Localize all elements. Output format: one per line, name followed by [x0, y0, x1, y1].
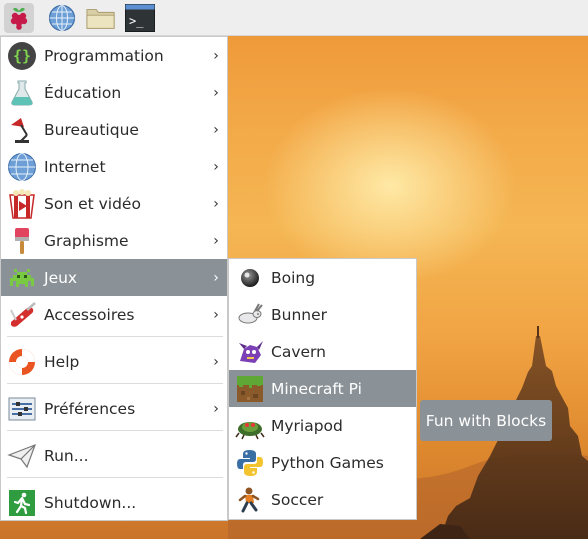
games-submenu: Boing Bunner Cavern Minecraft Pi Myriapo…: [228, 258, 417, 520]
menu-item-help[interactable]: Help ›: [1, 343, 227, 380]
tooltip: Fun with Blocks: [420, 400, 552, 441]
submenu-item-label: Bunner: [271, 305, 328, 324]
svg-text:{}: {}: [13, 47, 31, 65]
submenu-item-label: Minecraft Pi: [271, 379, 362, 398]
submenu-item-label: Soccer: [271, 490, 324, 509]
menu-item-graphisme[interactable]: Graphisme ›: [1, 222, 227, 259]
submenu-item-label: Boing: [271, 268, 316, 287]
submenu-arrow-icon: ›: [213, 400, 219, 417]
submenu-arrow-icon: ›: [213, 232, 219, 249]
submenu-arrow-icon: ›: [213, 306, 219, 323]
submenu-item-bunner[interactable]: Bunner: [229, 296, 416, 333]
flask-icon: [7, 78, 37, 108]
menu-item-shutdown[interactable]: Shutdown...: [1, 484, 227, 521]
submenu-item-boing[interactable]: Boing: [229, 259, 416, 296]
submenu-item-label: Python Games: [271, 453, 384, 472]
paintbrush-icon: [7, 226, 37, 256]
file-manager-icon: [86, 9, 115, 29]
popcorn-video-icon: [7, 188, 37, 219]
swiss-knife-icon: [7, 300, 37, 330]
menu-item-preferences[interactable]: Préférences ›: [1, 390, 227, 427]
submenu-item-myriapod[interactable]: Myriapod: [229, 407, 416, 444]
submenu-item-label: Cavern: [271, 342, 326, 361]
paper-plane-icon: [7, 441, 37, 471]
submenu-item-minecraft-pi[interactable]: Minecraft Pi: [229, 370, 416, 407]
file-manager-button[interactable]: [86, 3, 116, 33]
globe-icon: [7, 152, 37, 182]
submenu-item-cavern[interactable]: Cavern: [229, 333, 416, 370]
space-invader-icon: [7, 263, 37, 293]
menu-item-label: Internet: [44, 157, 106, 176]
desk-lamp-icon: [7, 115, 37, 145]
soccer-player-icon: [235, 485, 265, 515]
web-browser-icon: [48, 4, 76, 32]
menu-item-education[interactable]: Éducation ›: [1, 74, 227, 111]
menu-item-label: Éducation: [44, 83, 122, 102]
submenu-item-label: Myriapod: [271, 416, 343, 435]
lifebuoy-icon: [7, 347, 37, 377]
raspberry-menu-button[interactable]: [4, 3, 34, 33]
menu-separator: [7, 430, 223, 431]
menu-item-label: Jeux: [44, 268, 78, 287]
menu-item-label: Help: [44, 352, 80, 371]
menu-item-run[interactable]: Run...: [1, 437, 227, 474]
submenu-arrow-icon: ›: [213, 121, 219, 138]
svg-text:>_: >_: [129, 14, 144, 28]
applications-menu: {} Programmation › Éducation › Bureautiq…: [0, 36, 228, 521]
terminal-icon: >_: [125, 4, 155, 32]
taskbar: >_: [0, 0, 588, 36]
menu-item-label: Préférences: [44, 399, 136, 418]
submenu-arrow-icon: ›: [213, 84, 219, 101]
menu-item-label: Run...: [44, 446, 89, 465]
preferences-sliders-icon: [7, 394, 37, 424]
menu-item-bureautique[interactable]: Bureautique ›: [1, 111, 227, 148]
menu-item-programmation[interactable]: {} Programmation ›: [1, 37, 227, 74]
menu-item-accessoires[interactable]: Accessoires ›: [1, 296, 227, 333]
submenu-arrow-icon: ›: [213, 269, 219, 286]
menu-item-label: Bureautique: [44, 120, 139, 139]
submenu-arrow-icon: ›: [213, 195, 219, 212]
menu-item-label: Shutdown...: [44, 493, 137, 512]
menu-item-jeux[interactable]: Jeux ›: [1, 259, 227, 296]
menu-item-internet[interactable]: Internet ›: [1, 148, 227, 185]
dragon-icon: [235, 337, 265, 367]
menu-item-label: Son et vidéo: [44, 194, 141, 213]
ball-icon: [235, 263, 265, 293]
submenu-arrow-icon: ›: [213, 158, 219, 175]
raspberry-menu-icon: [10, 7, 28, 30]
web-browser-button[interactable]: [47, 3, 77, 33]
menu-item-label: Graphisme: [44, 231, 129, 250]
terminal-button[interactable]: >_: [125, 3, 155, 33]
menu-separator: [7, 477, 223, 478]
menu-item-label: Accessoires: [44, 305, 135, 324]
exit-running-man-icon: [7, 488, 37, 518]
menu-item-label: Programmation: [44, 46, 164, 65]
submenu-item-soccer[interactable]: Soccer: [229, 481, 416, 518]
menu-separator: [7, 336, 223, 337]
minecraft-block-icon: [235, 374, 265, 404]
menu-separator: [7, 383, 223, 384]
submenu-item-python-games[interactable]: Python Games: [229, 444, 416, 481]
menu-item-son-et-video[interactable]: Son et vidéo ›: [1, 185, 227, 222]
code-braces-icon: {}: [7, 41, 37, 71]
python-logo-icon: [235, 448, 265, 478]
rabbit-icon: [235, 300, 265, 330]
submenu-arrow-icon: ›: [213, 353, 219, 370]
submenu-arrow-icon: ›: [213, 47, 219, 64]
centipede-icon: [235, 411, 265, 441]
